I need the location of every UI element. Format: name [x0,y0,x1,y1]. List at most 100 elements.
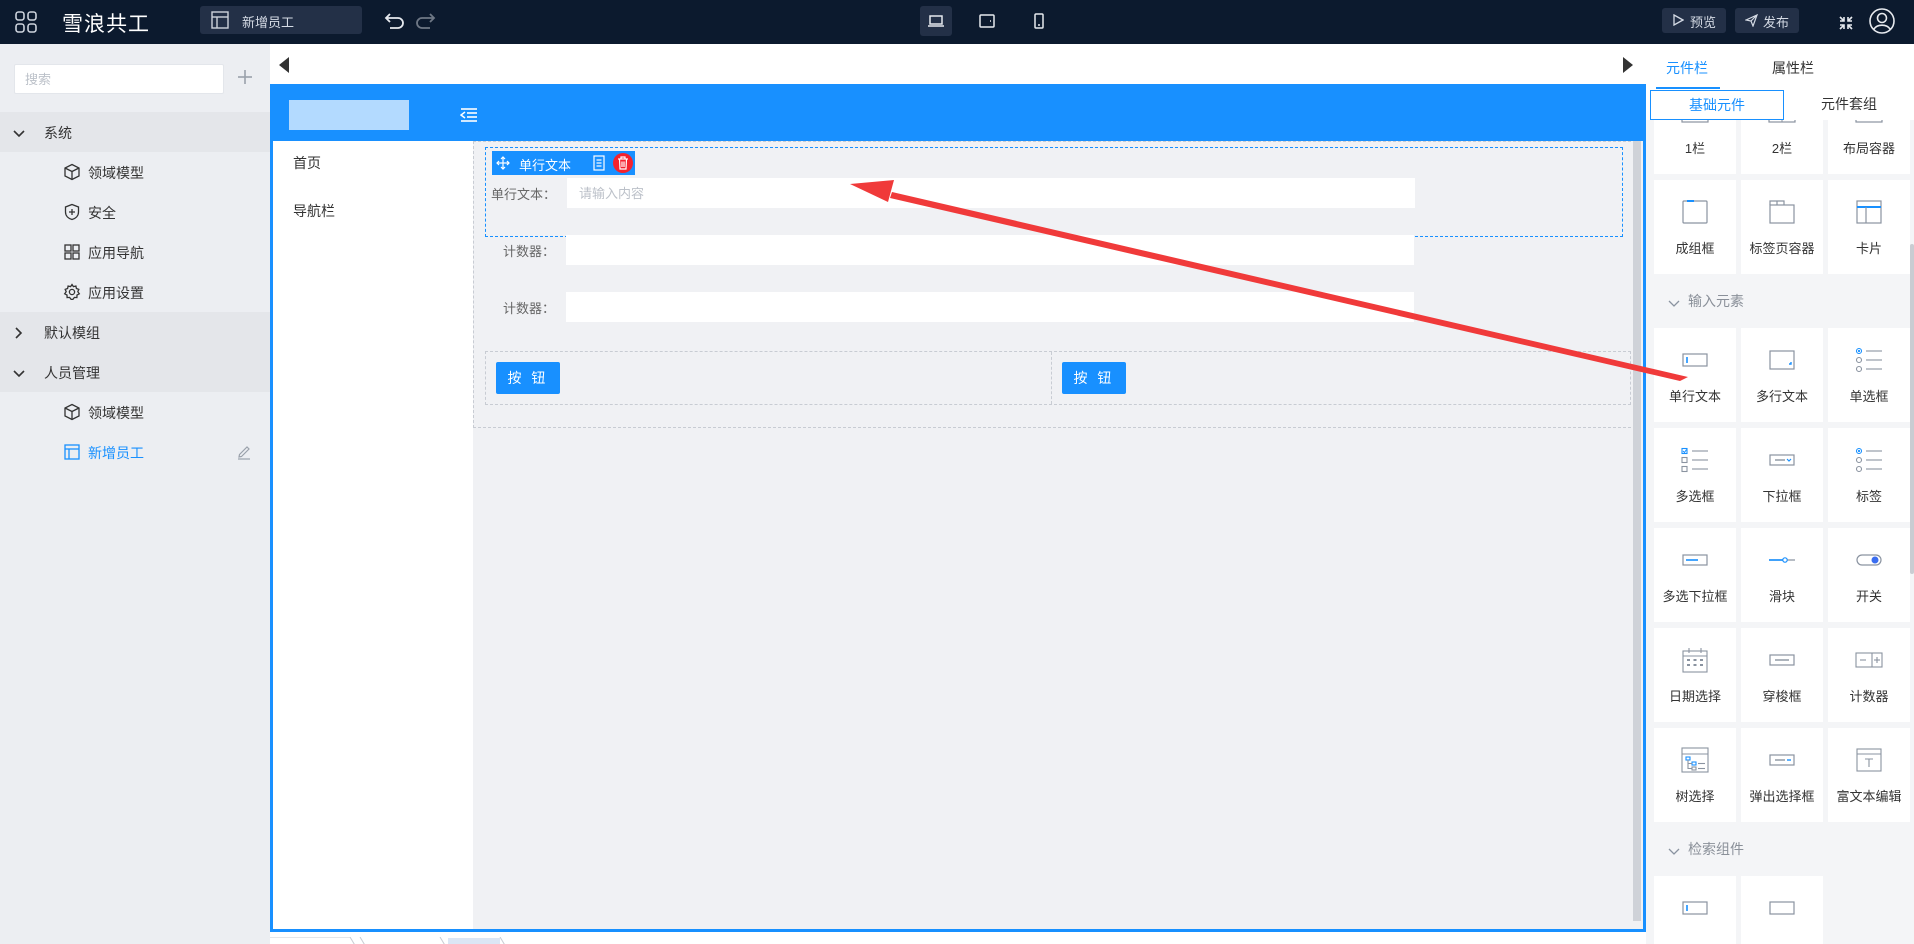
component-tab-container[interactable]: 标签页容器 [1741,180,1823,274]
gear-icon [63,283,81,304]
component-toolbar: 单行文本 [492,151,635,175]
component-multi-line-text[interactable]: 多行文本 [1741,328,1823,422]
text-input-field [567,178,1415,208]
layout-icon [63,443,81,464]
section-input-elements[interactable]: 输入元素 [1646,280,1914,320]
component-label: 标签 [1855,489,1882,504]
button-2[interactable]: 按 钮 [1062,362,1126,394]
search-input[interactable] [15,65,223,93]
component-popup-select[interactable]: 弹出选择框 [1741,728,1823,822]
component-layout-container[interactable]: 布局容器 [1828,120,1910,174]
section-title: 输入元素 [1688,293,1744,309]
text-input[interactable] [567,178,1415,208]
subtab-suites[interactable]: 元件套组 [1784,90,1914,120]
move-icon[interactable] [496,156,510,173]
component-tree-select[interactable]: 树选择 [1654,728,1736,822]
tree-item-domain-model[interactable]: 领域模型 [0,152,270,192]
exit-fullscreen-icon[interactable] [1836,13,1856,36]
card-icon [1856,200,1882,224]
send-icon [1745,14,1758,27]
collapse-right-icon[interactable] [1622,56,1634,77]
checkbox-icon [1681,447,1708,473]
switch-icon [1856,554,1882,566]
component-search-2[interactable] [1741,876,1823,944]
transfer-icon [1769,654,1795,666]
tree-item-new-employee[interactable]: 新增员工 [0,432,270,472]
button-1[interactable]: 按 钮 [496,362,560,394]
component-name: 单行文本 [519,158,572,173]
delete-button[interactable] [613,153,633,173]
tree-group-default-module[interactable]: 默认模组 [0,312,270,352]
tree-group-system[interactable]: 系统 [0,112,270,152]
tree-group-personnel[interactable]: 人员管理 [0,352,270,392]
counter-input-2[interactable] [566,292,1414,322]
component-label: 标签页容器 [1749,241,1815,256]
chevron-right-icon [12,326,26,342]
component-radio[interactable]: 单选框 [1828,328,1910,422]
tree-item-domain-model-2[interactable]: 领域模型 [0,392,270,432]
user-avatar-icon[interactable] [1868,7,1896,38]
section-search-components[interactable]: 检索组件 [1646,828,1914,868]
publish-button[interactable]: 发布 [1735,8,1800,33]
menu-item-navbar[interactable]: 导航栏 [293,201,335,221]
component-rich-text[interactable]: 富文本编辑 [1828,728,1910,822]
button-row[interactable]: 按 钮 按 钮 [485,351,1631,405]
component-label: 2栏 [1771,141,1793,156]
tab-components[interactable]: 元件栏 [1666,58,1708,78]
tag-icon [1855,447,1882,473]
menu-fold-icon[interactable] [459,107,478,126]
redo-icon[interactable] [414,9,436,34]
tab-properties[interactable]: 属性栏 [1772,58,1814,78]
selected-text-input-block[interactable]: 单行文本 单行文本： [485,147,1623,237]
subtab-basic[interactable]: 基础元件 [1650,90,1784,120]
component-slider[interactable]: 滑块 [1741,528,1823,622]
component-label: 弹出选择框 [1749,789,1815,804]
cube-icon [63,403,81,424]
stage-scrollbar[interactable] [1633,141,1641,921]
mobile-view-button[interactable] [1023,6,1055,36]
counter-input-1[interactable] [566,235,1414,265]
tablet-view-button[interactable] [971,6,1003,36]
component-multi-select[interactable]: 多选下拉框 [1654,528,1736,622]
apps-grid-icon[interactable] [10,6,42,38]
component-search-1[interactable] [1654,876,1736,944]
chevron-down-icon [1668,295,1680,311]
tree-item-app-nav[interactable]: 应用导航 [0,232,270,272]
page-content: 单行文本 单行文本： 计数器： 计数器： 按 钮 [473,141,1643,929]
component-single-line-text[interactable]: 单行文本 [1654,328,1736,422]
component-transfer[interactable]: 穿梭框 [1741,628,1823,722]
left-sidebar: 系统 领域模型 安全 应用导航 应用设置 默认模组 人员管理 领域模型 新增员工 [0,44,270,944]
active-tab-indicator [1656,87,1720,89]
button-column-1[interactable]: 按 钮 [486,352,1052,404]
grid-icon [63,243,81,264]
component-group-box[interactable]: 成组框 [1654,180,1736,274]
tree-item-security[interactable]: 安全 [0,192,270,232]
component-card[interactable]: 卡片 [1828,180,1910,274]
component-1-column[interactable]: 1栏 [1654,120,1736,174]
copy-icon[interactable] [592,155,606,174]
component-counter[interactable]: 计数器 [1828,628,1910,722]
panel-scrollbar[interactable] [1910,244,1914,574]
page-selector[interactable]: 新增员工 [200,6,362,34]
component-2-column[interactable]: 2栏 [1741,120,1823,174]
undo-icon[interactable] [384,9,406,34]
component-list: 1栏 2栏 布局容器 成组框 标签页容器 卡片 输入元素 单行文本 多行文本 单… [1646,120,1914,944]
edit-icon[interactable] [236,444,252,463]
component-select[interactable]: 下拉框 [1741,428,1823,522]
menu-item-home[interactable]: 首页 [293,153,321,173]
add-icon[interactable] [234,66,256,88]
collapse-left-icon[interactable] [278,56,290,77]
component-checkbox[interactable]: 多选框 [1654,428,1736,522]
counter-label-1: 计数器： [502,244,555,259]
component-tag[interactable]: 标签 [1828,428,1910,522]
top-bar: 雪浪共工 新增员工 预览 发布 [0,0,1914,44]
component-switch[interactable]: 开关 [1828,528,1910,622]
button-column-2[interactable]: 按 钮 [1052,352,1630,404]
preview-button[interactable]: 预览 [1662,8,1727,33]
tree-item-app-settings[interactable]: 应用设置 [0,272,270,312]
bottom-tab-strip [270,934,1646,944]
logo-placeholder[interactable] [289,100,409,130]
layout-container-icon [1855,120,1883,123]
desktop-view-button[interactable] [920,6,952,36]
component-date-picker[interactable]: 日期选择 [1654,628,1736,722]
